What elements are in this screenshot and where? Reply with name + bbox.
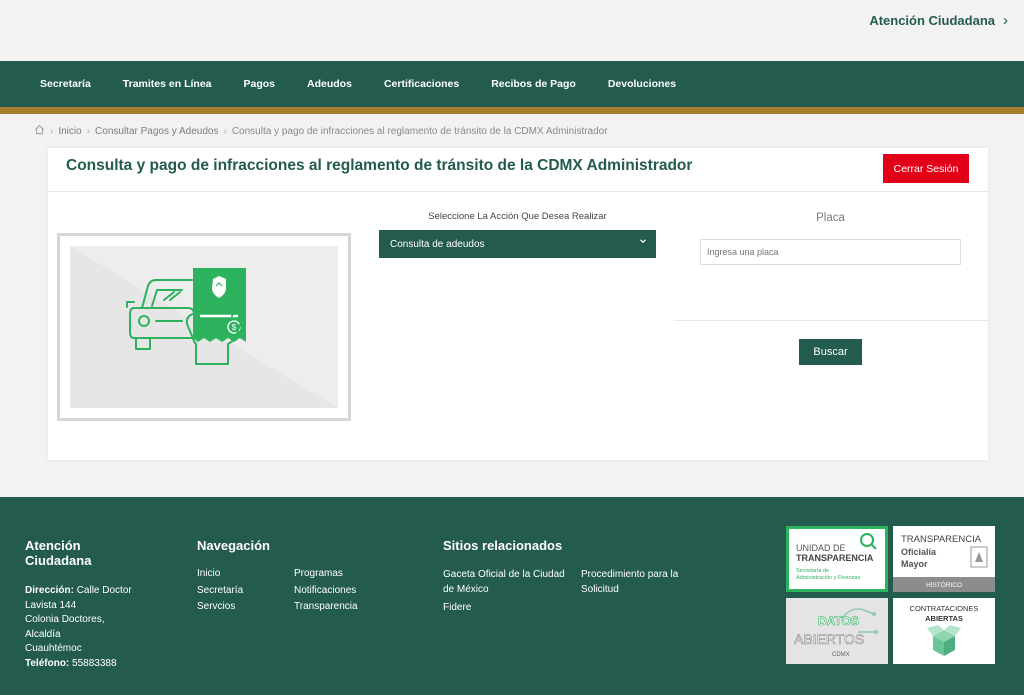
main-card: Consulta y pago de infracciones al regla… (48, 148, 988, 460)
gaceta-line-1: Gaceta Oficial de la Ciudad (443, 569, 565, 580)
footer: Atención Ciudadana Dirección: Calle Doct… (0, 497, 1024, 695)
tom-line-1: TRANSPARENCIA (901, 534, 982, 545)
tom-line-3: Mayor (901, 559, 928, 569)
breadcrumb: › Inicio › Consultar Pagos y Adeudos › C… (34, 124, 608, 138)
unidad-transparencia-logo[interactable]: UNIDAD DE TRANSPARENCIA Secretaría de Ad… (786, 526, 888, 592)
search-button[interactable]: Buscar (799, 339, 862, 365)
footer-link-fidere[interactable]: Fidere (443, 601, 471, 616)
breadcrumb-consultar[interactable]: Consultar Pagos y Adeudos (95, 126, 218, 137)
footer-link-gaceta[interactable]: Gaceta Oficial de la Ciudad de México (443, 568, 565, 597)
address-line-3: Colonia Doctores, (25, 614, 105, 625)
nav-item-devoluciones[interactable]: Devoluciones (592, 78, 692, 90)
footer-navegacion-title: Navegación (197, 538, 270, 553)
ca-line-1: CONTRATACIONES (910, 604, 979, 613)
footer-link-programas[interactable]: Programas (294, 568, 358, 579)
address-line-2: Lavista 144 (25, 599, 77, 611)
gaceta-line-2: de México (443, 583, 489, 595)
card-header: Consulta y pago de infracciones al regla… (48, 148, 988, 192)
nav-item-recibos[interactable]: Recibos de Pago (475, 78, 592, 90)
action-select[interactable]: Consulta de adeudos (379, 230, 656, 258)
nav-item-adeudos[interactable]: Adeudos (291, 78, 368, 90)
tom-line-4: HISTÓRICO (926, 580, 962, 589)
breadcrumb-separator: › (86, 125, 91, 137)
ut-line-4: Administración y Finanzas (796, 575, 860, 581)
breadcrumb-current: Consulta y pago de infracciones al regla… (231, 125, 608, 137)
atencion-ciudadana-label: Atención Ciudadana (869, 13, 995, 28)
footer-atencion-title-1: Atención (25, 538, 81, 553)
nav-item-secretaria[interactable]: Secretaría (24, 78, 107, 90)
footer-link-transparencia[interactable]: Transparencia (294, 601, 358, 612)
phone-label: Teléfono: (25, 657, 70, 669)
da-line-3: CDMX (832, 652, 850, 658)
footer-link-inicio[interactable]: Inicio (197, 568, 243, 579)
nav-item-certificaciones[interactable]: Certificaciones (368, 78, 475, 90)
page-title: Consulta y pago de infracciones al regla… (66, 157, 693, 174)
breadcrumb-separator: › (223, 125, 227, 137)
footer-atencion: Atención Ciudadana Dirección: Calle Doct… (25, 538, 132, 671)
footer-link-servicios[interactable]: Servcios (197, 601, 243, 612)
footer-sitios-title: Sitios relacionados (443, 538, 563, 553)
chevron-down-icon (639, 237, 647, 247)
address-label: Dirección: (25, 585, 74, 596)
contrataciones-abiertas-logo[interactable]: CONTRATACIONES ABIERTAS (893, 598, 995, 664)
footer-link-secretaria[interactable]: Secretaría (197, 585, 243, 596)
address-line-1: Calle Doctor (76, 585, 132, 596)
svg-text:$: $ (232, 323, 237, 332)
payment-illustration: $ (57, 233, 351, 421)
footer-sitios: Sitios relacionados (443, 538, 562, 553)
footer-nav-col-1: Inicio Secretaría Servcios (197, 568, 243, 618)
footer-address: Dirección: Calle Doctor Lavista 144 Colo… (25, 584, 132, 671)
nav-item-pagos[interactable]: Pagos (228, 78, 292, 90)
footer-atencion-title-2: Ciudadana (25, 553, 92, 568)
ut-line-3: Secretaría de (796, 568, 829, 574)
placa-input[interactable] (700, 239, 961, 265)
top-bar: Atención Ciudadana › (0, 0, 1024, 61)
footer-navegacion: Navegación (197, 538, 270, 553)
action-label: Seleccione La Acción Que Desea Realizar (428, 211, 607, 222)
chevron-right-icon: › (1003, 12, 1008, 29)
phone-number: 55883388 (72, 657, 117, 669)
ut-line-2: TRANSPARENCIA (796, 553, 874, 563)
footer-link-procedimiento[interactable]: Procedimiento para la Solicitud (581, 568, 678, 597)
footer-link-notificaciones[interactable]: Notificaciones (294, 585, 358, 596)
procedimiento-line-2: Solicitud (581, 583, 619, 595)
logout-button[interactable]: Cerrar Sesión (883, 154, 969, 183)
da-line-1: DATOS (818, 614, 859, 628)
breadcrumb-inicio[interactable]: Inicio (58, 126, 81, 137)
ut-line-1: UNIDAD DE (796, 543, 846, 553)
address-line-5: Cuauhtémoc (25, 643, 82, 654)
main-nav: Secretaría Tramites en Línea Pagos Adeud… (0, 61, 1024, 107)
procedimiento-line-1: Procedimiento para la (581, 569, 679, 580)
home-icon[interactable] (34, 124, 45, 138)
da-line-2: ABIERTOS (794, 631, 864, 647)
placa-label: Placa (816, 212, 845, 224)
form-divider (674, 320, 988, 321)
datos-abiertos-logo[interactable]: DATOS ABIERTOS CDMX (786, 598, 888, 664)
action-select-value: Consulta de adeudos (390, 238, 485, 250)
address-line-4: Alcaldía (25, 628, 61, 640)
nav-item-tramites[interactable]: Tramites en Línea (107, 78, 228, 90)
transparencia-oficialia-logo[interactable]: TRANSPARENCIA Oficialía Mayor HISTÓRICO (893, 526, 995, 592)
footer-nav-col-2: Programas Notificaciones Transparencia (294, 568, 358, 618)
atencion-ciudadana-link[interactable]: Atención Ciudadana › (869, 12, 1008, 29)
nav-gold-divider (0, 107, 1024, 114)
ca-line-2: ABIERTAS (925, 614, 963, 623)
tom-line-2: Oficialía (901, 547, 937, 557)
breadcrumb-separator: › (50, 125, 54, 137)
